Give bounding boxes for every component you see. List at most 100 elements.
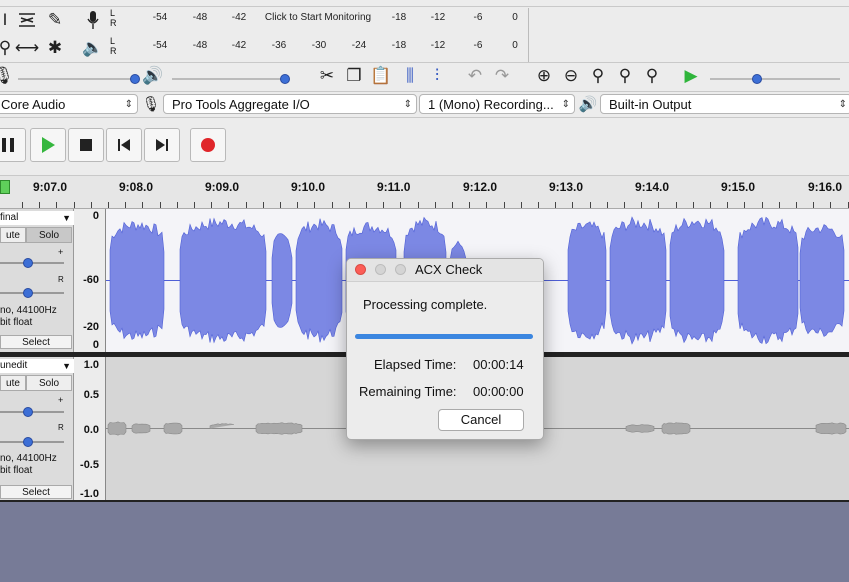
fit-selection-icon[interactable]: ⚲ (585, 64, 611, 88)
pan-slider-thumb[interactable] (23, 288, 33, 298)
gain-slider-thumb[interactable] (23, 407, 33, 417)
dialog-title: ACX Check (415, 262, 483, 277)
ruler-tick (383, 202, 384, 208)
ruler-tick (572, 202, 573, 208)
ruler-tick (418, 202, 419, 208)
meter-divider (528, 8, 529, 62)
elapsed-time-value: 00:00:14 (473, 357, 524, 372)
copy-icon[interactable]: ❐ (341, 64, 367, 88)
skip-to-end-button[interactable] (144, 128, 180, 162)
timeline-options-icon[interactable] (0, 180, 10, 194)
recording-volume-thumb[interactable] (130, 74, 140, 84)
playback-volume-thumb[interactable] (280, 74, 290, 84)
ruler-tick (91, 202, 92, 208)
ruler-tick (607, 202, 608, 208)
ruler-tick (486, 202, 487, 208)
select-track-button[interactable]: Select (0, 485, 72, 499)
timeshift-tool-icon[interactable]: ⟷ (14, 36, 40, 60)
ruler-tick (796, 202, 797, 208)
waveform-segment (131, 423, 151, 434)
zoom-out-icon[interactable]: ⊖ (558, 64, 584, 88)
fit-project-icon[interactable]: ⚲ (612, 64, 638, 88)
timeline-ruler[interactable]: 9:07.0 9:08.0 9:09.0 9:10.0 9:11.0 9:12.… (0, 176, 849, 209)
play-at-speed-thumb[interactable] (752, 74, 762, 84)
waveform-segment (737, 216, 799, 345)
gain-plus-label: + (58, 247, 64, 257)
waveform-segment (815, 422, 847, 435)
draw-tool-icon[interactable]: ✎ (42, 8, 68, 32)
mute-button[interactable]: ute (0, 375, 26, 391)
toolbar-area: I ✎ ⚲ ⟷ ✱ LR -54 -48 -42 Click to Start … (0, 0, 849, 176)
waveform-segment (209, 423, 235, 429)
zoom-in-icon[interactable]: ⊕ (531, 64, 557, 88)
playback-device-select[interactable]: Built-in Output ⇕ (600, 94, 849, 114)
envelope-tool-icon[interactable] (14, 8, 40, 32)
track-control-panel[interactable]: final ▼ ute Solo + R no, 44100Hz bit floa… (0, 209, 74, 352)
recording-device-icon: 🎙 (141, 96, 161, 113)
ruler-tick (194, 202, 195, 208)
ruler-tick (297, 202, 298, 208)
waveform-segment (567, 221, 607, 340)
ruler-tick (435, 202, 436, 208)
play-at-speed-icon[interactable]: ▶ (678, 64, 704, 88)
skip-to-start-button[interactable] (106, 128, 142, 162)
ruler-tick (658, 202, 659, 208)
acx-check-dialog: ACX Check Processing complete. Elapsed T… (346, 258, 544, 440)
playback-meter-scale[interactable]: -54 -48 -42 -36 -30 -24 -18 -12 -6 0 (118, 36, 526, 58)
mute-button[interactable]: ute (0, 227, 26, 243)
progress-track (355, 334, 533, 339)
ruler-tick (56, 202, 57, 208)
redo-icon[interactable]: ↷ (489, 64, 515, 88)
waveform-segment (271, 233, 293, 328)
ruler-tick (452, 202, 453, 208)
recording-device-select[interactable]: Pro Tools Aggregate I/O ⇕ (163, 94, 417, 114)
solo-button[interactable]: Solo (26, 227, 72, 243)
pause-button[interactable] (0, 128, 26, 162)
trim-icon[interactable]: ⫼ (397, 64, 423, 88)
paste-icon[interactable]: 📋 (368, 64, 394, 88)
stop-button[interactable] (68, 128, 104, 162)
play-at-speed-slider[interactable] (710, 78, 840, 80)
ruler-tick (641, 202, 642, 208)
microphone-icon[interactable] (80, 8, 106, 32)
remaining-time-value: 00:00:00 (473, 384, 524, 399)
cut-icon[interactable]: ✂ (314, 64, 340, 88)
waveform-segment (107, 421, 127, 436)
select-track-button[interactable]: Select (0, 335, 72, 349)
audio-host-select[interactable]: Core Audio ⇕ (0, 94, 138, 114)
elapsed-time-label: Elapsed Time: (374, 357, 457, 372)
start-monitoring-prompt[interactable]: Click to Start Monitoring (265, 12, 371, 23)
ruler-tick (349, 202, 350, 208)
zoom-toggle-icon[interactable]: ⚲ (639, 64, 665, 88)
pan-slider-thumb[interactable] (23, 437, 33, 447)
close-window-icon[interactable] (355, 264, 366, 275)
vertical-scale[interactable]: 0 -60 -20 0 (74, 209, 106, 352)
speaker-icon[interactable]: 🔈 (80, 36, 106, 60)
gain-slider-thumb[interactable] (23, 258, 33, 268)
silence-icon[interactable]: ⫶ (424, 64, 450, 88)
recording-channels-select[interactable]: 1 (Mono) Recording... ⇕ (419, 94, 575, 114)
ruler-tick (74, 202, 75, 208)
timeline-label: 9:16.0 (808, 180, 843, 194)
multi-tool-icon[interactable]: ✱ (42, 36, 68, 60)
waveform-segment (295, 218, 343, 343)
undo-icon[interactable]: ↶ (462, 64, 488, 88)
vertical-scale[interactable]: 1.0 0.5 0.0 -0.5 -1.0 (74, 357, 106, 500)
recording-volume-slider[interactable] (18, 78, 136, 80)
minimize-window-icon (375, 264, 386, 275)
playback-volume-slider[interactable] (172, 78, 288, 80)
ruler-tick (160, 202, 161, 208)
track-name-menu[interactable]: unedit ▼ (0, 359, 74, 373)
progress-bar-fill (355, 334, 533, 339)
record-button[interactable] (190, 128, 226, 162)
track-control-panel[interactable]: unedit ▼ ute Solo + R no, 44100Hz bit flo… (0, 357, 74, 500)
ruler-tick (693, 202, 694, 208)
ruler-tick (211, 202, 212, 208)
record-meter-scale[interactable]: -54 -48 -42 Click to Start Monitoring -1… (118, 8, 526, 30)
solo-button[interactable]: Solo (26, 375, 72, 391)
cancel-button[interactable]: Cancel (438, 409, 524, 431)
play-button[interactable] (30, 128, 66, 162)
track-name-menu[interactable]: final ▼ (0, 211, 74, 225)
waveform-segment (109, 221, 165, 340)
ruler-tick (142, 202, 143, 208)
